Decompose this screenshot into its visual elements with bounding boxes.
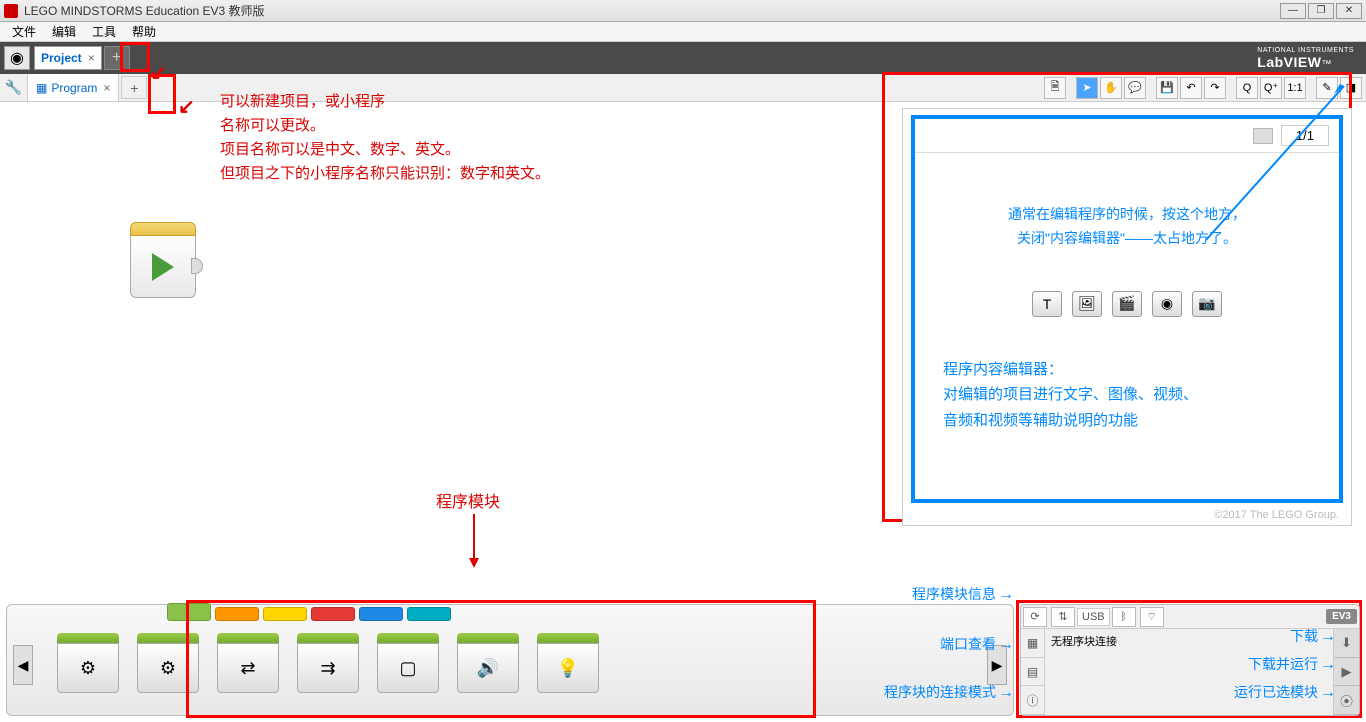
bluetooth-icon[interactable]: ᛒ: [1112, 607, 1136, 627]
block-display[interactable]: ▢: [377, 633, 439, 699]
window-title: LEGO MINDSTORMS Education EV3 教师版: [24, 2, 265, 19]
canvas-toolbar: 🗎 ➤ ✋ 💬 💾 ↶ ↷ Q Q⁺ 1:1 ✎ ◨: [1044, 74, 1366, 101]
label-port-view: 端口查看: [940, 634, 996, 654]
text-tool-icon[interactable]: T: [1032, 291, 1062, 317]
menu-edit[interactable]: 编辑: [44, 21, 84, 42]
block-sound[interactable]: 🔊: [457, 633, 519, 699]
annotation-palette-title: 程序模块: [436, 490, 500, 516]
image-tool-icon[interactable]: 🖼: [1072, 291, 1102, 317]
block-brick-status-light[interactable]: 💡: [537, 633, 599, 699]
wifi-icon[interactable]: ⌔: [1140, 607, 1164, 627]
arrow-run-selected: →: [1320, 684, 1336, 702]
add-program-button[interactable]: +: [121, 76, 147, 99]
label-palette-info: 程序模块信息: [912, 584, 996, 604]
block-move-tank[interactable]: ⇉: [297, 633, 359, 699]
toggle-content-editor-button[interactable]: ◨: [1340, 77, 1362, 99]
usb-label: USB: [1077, 608, 1110, 626]
copyright-text: ©2017 The LEGO Group.: [1214, 509, 1339, 521]
document-button[interactable]: 🗎: [1044, 77, 1066, 99]
palette-scroll-left[interactable]: ◀: [13, 645, 33, 685]
available-bricks-button[interactable]: ⓘ: [1021, 686, 1044, 715]
window-titlebar: LEGO MINDSTORMS Education EV3 教师版 — ❐ ✕: [0, 0, 1366, 22]
arrow-port-view: →: [998, 636, 1014, 654]
comment-tool[interactable]: 💬: [1124, 77, 1146, 99]
labview-logo: NATIONAL INSTRUMENTS LabVIEW™: [1257, 47, 1362, 70]
annotation-editor-desc: 程序内容编辑器： 对编辑的项目进行文字、图像、视频、 音频和视频等辅助说明的功能: [935, 357, 1319, 434]
pan-tool[interactable]: ✋: [1100, 77, 1122, 99]
program-tab[interactable]: ▦ Program ×: [28, 74, 119, 101]
arrow-connect-mode: →: [998, 684, 1014, 702]
label-connect-mode: 程序块的连接模式: [884, 682, 996, 702]
pointer-tool[interactable]: ➤: [1076, 77, 1098, 99]
program-tab-label: Program: [51, 81, 97, 95]
undo-button[interactable]: ↶: [1180, 77, 1202, 99]
edit-mode-button[interactable]: ✎: [1316, 77, 1338, 99]
audio-tool-icon[interactable]: ◉: [1152, 291, 1182, 317]
close-button[interactable]: ✕: [1336, 3, 1362, 19]
program-tab-bar: 🔧 ▦ Program × + 🗎 ➤ ✋ 💬 💾 ↶ ↷ Q Q⁺ 1:1 ✎…: [0, 74, 1366, 102]
run-selected-button[interactable]: ⦿: [1334, 686, 1359, 715]
block-palette: ◀ ▶ ⚙ ⚙ ⇄ ⇉ ▢ 🔊 💡: [6, 604, 1014, 716]
zoom-in-button[interactable]: Q⁺: [1260, 77, 1282, 99]
arrow-palette-info: →: [998, 586, 1014, 604]
arrow-to-add-project: ↙: [150, 60, 167, 85]
expand-button[interactable]: ⇅: [1051, 607, 1075, 627]
brick-info-button[interactable]: ▤: [1021, 658, 1044, 687]
arrow-download: →: [1320, 628, 1336, 646]
tab-data-red[interactable]: [311, 607, 355, 621]
content-editor-panel: 1/1 通常在编辑程序的时候，按这个地方， 关闭"内容编辑器"——太占地方了。 …: [902, 108, 1352, 526]
maximize-button[interactable]: ❐: [1308, 3, 1334, 19]
canvas[interactable]: 可以新建项目，或小程序 名称可以更改。 项目名称可以是中文、数字、英文。 但项目…: [0, 102, 1366, 596]
block-large-motor[interactable]: ⚙: [137, 633, 199, 699]
save-button[interactable]: 💾: [1156, 77, 1178, 99]
menu-bar: 文件 编辑 工具 帮助: [0, 22, 1366, 42]
project-properties-button[interactable]: 🔧: [0, 74, 28, 101]
refresh-button[interactable]: ⟳: [1023, 607, 1047, 627]
start-block[interactable]: [130, 222, 196, 302]
annotation-close-editor: 通常在编辑程序的时候，按这个地方， 关闭"内容编辑器"——太占地方了。: [935, 203, 1319, 251]
palette-category-tabs: [167, 607, 451, 621]
app-icon: [4, 4, 18, 18]
tab-advanced-blue[interactable]: [359, 607, 403, 621]
home-button[interactable]: ◉: [4, 46, 30, 70]
label-download: 下载: [1290, 626, 1318, 646]
redo-button[interactable]: ↷: [1204, 77, 1226, 99]
page-indicator: 1/1: [1281, 125, 1329, 146]
arrow-download-run: →: [1320, 656, 1336, 674]
media-toolbar: T 🖼 🎬 ◉ 📷: [935, 291, 1319, 317]
download-button[interactable]: ⬇: [1334, 629, 1359, 658]
download-run-button[interactable]: ▶: [1334, 658, 1359, 687]
tab-flow-orange[interactable]: [215, 607, 259, 621]
menu-help[interactable]: 帮助: [124, 21, 164, 42]
label-run-selected: 运行已选模块: [1234, 682, 1318, 702]
close-project-icon[interactable]: ×: [88, 51, 95, 65]
minimize-button[interactable]: —: [1280, 3, 1306, 19]
tab-sensor-yellow[interactable]: [263, 607, 307, 621]
label-download-run: 下载并运行: [1248, 654, 1318, 674]
menu-file[interactable]: 文件: [4, 21, 44, 42]
zoom-out-button[interactable]: Q: [1236, 77, 1258, 99]
profile-icon[interactable]: [1253, 128, 1273, 144]
webcam-tool-icon[interactable]: 📷: [1192, 291, 1222, 317]
annotation-new-project: 可以新建项目，或小程序 名称可以更改。 项目名称可以是中文、数字、英文。 但项目…: [220, 90, 550, 186]
arrow-to-palette: [464, 514, 484, 574]
project-tab-bar: ◉ Project × + NATIONAL INSTRUMENTS LabVI…: [0, 42, 1366, 74]
play-icon: [152, 253, 174, 281]
menu-tools[interactable]: 工具: [84, 21, 124, 42]
tab-myblocks-teal[interactable]: [407, 607, 451, 621]
zoom-reset-button[interactable]: 1:1: [1284, 77, 1306, 99]
tab-action-green[interactable]: [167, 603, 211, 621]
project-tab-label: Project: [41, 51, 82, 65]
bottom-panel: ◀ ▶ ⚙ ⚙ ⇄ ⇉ ▢ 🔊 💡 ⟳ ⇅ USB ᛒ ⌔ EV3 ▦ ▤ ⓘ: [0, 592, 1366, 722]
program-icon: ▦: [36, 81, 47, 95]
ev3-badge: EV3: [1326, 609, 1357, 624]
port-view-button[interactable]: ▦: [1021, 629, 1044, 658]
block-move-steering[interactable]: ⇄: [217, 633, 279, 699]
project-tab[interactable]: Project ×: [34, 46, 102, 70]
add-project-button[interactable]: +: [104, 46, 130, 70]
block-medium-motor[interactable]: ⚙: [57, 633, 119, 699]
arrow-to-add-program: ↙: [178, 94, 195, 119]
video-tool-icon[interactable]: 🎬: [1112, 291, 1142, 317]
close-program-icon[interactable]: ×: [103, 81, 110, 95]
